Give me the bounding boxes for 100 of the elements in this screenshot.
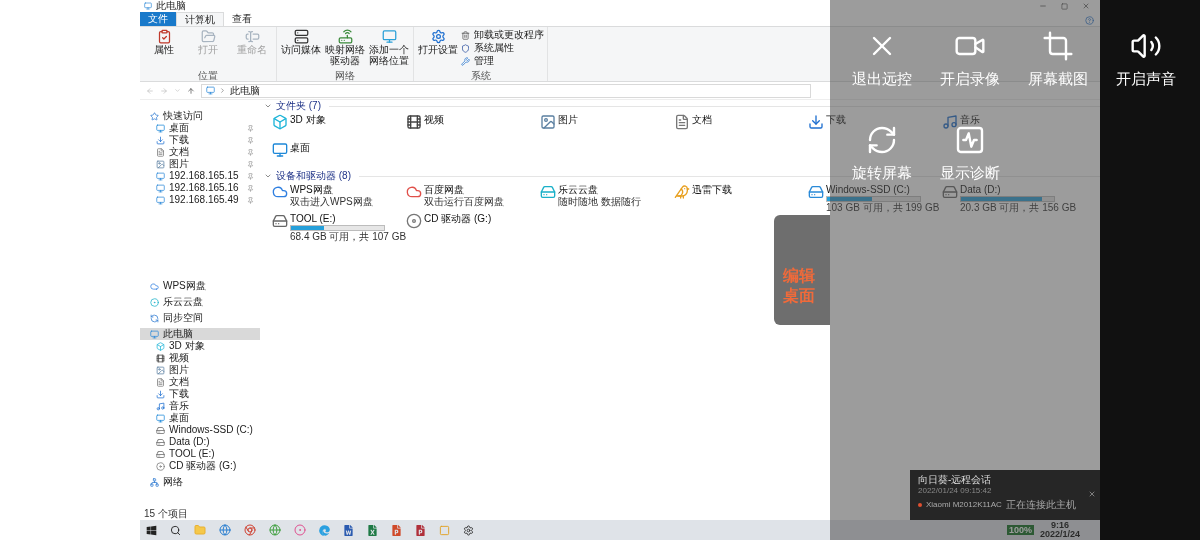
ribbon-button[interactable]: 打开设置 [417, 29, 459, 70]
ribbon-button[interactable]: 访问媒体 [280, 29, 322, 70]
powerpoint-icon[interactable] [391, 524, 402, 536]
item-name[interactable]: 视频 [424, 114, 444, 126]
item-count: 15 个项目 [144, 508, 188, 520]
item-name[interactable]: 文档 [692, 114, 712, 126]
excel-icon[interactable] [367, 524, 378, 536]
sidebar-item[interactable]: 下载 [140, 134, 260, 146]
sidebar-item[interactable]: 音乐 [140, 400, 260, 412]
download-icon [156, 135, 165, 145]
sidebar-item[interactable]: TOOL (E:) [140, 448, 260, 460]
shield-icon [461, 43, 470, 53]
ribbon-button[interactable]: 映射网络驱动器 [324, 29, 366, 70]
pin-icon[interactable] [247, 160, 254, 168]
pin-icon[interactable] [247, 184, 254, 192]
browser-icon[interactable] [269, 524, 281, 536]
maximize-icon[interactable] [1061, 2, 1068, 10]
help-icon[interactable] [1085, 16, 1094, 25]
word-icon[interactable] [343, 524, 354, 536]
start-icon[interactable] [146, 524, 157, 536]
ribbon-button[interactable]: 添加一个网络位置 [368, 29, 410, 70]
sidebar-item[interactable]: 图片 [140, 158, 260, 170]
collapse-icon[interactable] [264, 172, 272, 180]
remote-control-button[interactable]: 开启声音 [1102, 30, 1190, 88]
close-icon[interactable] [1088, 490, 1096, 498]
item-name[interactable]: Data (D:) [960, 184, 1001, 196]
window-icon[interactable] [439, 524, 450, 536]
pin-icon[interactable] [247, 136, 254, 144]
item-detail: 双击进入WPS网盘 [290, 196, 373, 207]
clock-time: 9:16 [1050, 521, 1069, 530]
item-detail: 20.3 GB 可用，共 156 GB [960, 202, 1077, 213]
item-name[interactable]: TOOL (E:) [290, 213, 336, 225]
settings-icon[interactable] [463, 524, 474, 536]
ribbon-small-button[interactable]: 卸载或更改程序 [461, 29, 544, 41]
item-name[interactable]: 迅雷下载 [692, 184, 732, 196]
item-name[interactable]: 3D 对象 [290, 114, 326, 126]
sidebar-item[interactable]: 3D 对象 [140, 340, 260, 352]
sidebar-item[interactable]: Windows-SSD (C:) [140, 424, 260, 436]
ribbon-tab[interactable]: 查看 [224, 12, 260, 26]
pin-icon[interactable] [247, 148, 254, 156]
item-detail: 双击运行百度网盘 [424, 196, 504, 207]
sidebar-item[interactable]: 同步空间 [140, 312, 260, 324]
back-icon[interactable] [146, 86, 154, 95]
address-field[interactable]: 此电脑 [201, 83, 811, 98]
item-name[interactable]: WPS网盘 [290, 184, 333, 196]
slides-icon[interactable] [415, 524, 426, 536]
connection-status: 正在连接此主机 [1005, 499, 1076, 511]
ribbon-small-button[interactable]: 系统属性 [461, 42, 544, 54]
sidebar-item[interactable]: 图片 [140, 364, 260, 376]
item-name[interactable]: 音乐 [960, 114, 980, 126]
rotate-icon [866, 124, 898, 156]
ribbon-tab[interactable]: 计算机 [176, 12, 224, 26]
pin-icon[interactable] [247, 124, 254, 132]
item-name[interactable]: CD 驱动器 (G:) [424, 213, 492, 225]
sidebar-item[interactable]: 下载 [140, 388, 260, 400]
manage-icon [461, 56, 470, 66]
browser-icon[interactable] [294, 524, 306, 536]
edge-icon[interactable] [319, 524, 330, 536]
forward-icon[interactable] [160, 86, 168, 95]
close-icon[interactable] [1082, 2, 1090, 10]
section-heading[interactable]: 设备和驱动器 (8) [276, 170, 351, 182]
search-icon[interactable] [170, 524, 181, 536]
sidebar-item[interactable]: CD 驱动器 (G:) [140, 460, 260, 472]
sidebar-item[interactable]: 乐云云盘 [140, 296, 260, 308]
sidebar-item[interactable]: WPS网盘 [140, 280, 260, 292]
music-icon [156, 401, 165, 411]
sidebar-item[interactable]: 网络 [140, 476, 260, 488]
minimize-icon[interactable] [1039, 2, 1047, 10]
recent-icon[interactable] [174, 87, 181, 94]
ribbon-small-button[interactable]: 管理 [461, 55, 544, 67]
sidebar-item[interactable]: 文档 [140, 376, 260, 388]
browser-icon[interactable] [219, 524, 231, 536]
up-icon[interactable] [187, 86, 195, 95]
item-name[interactable]: 图片 [558, 114, 578, 126]
sidebar-item[interactable]: 文档 [140, 146, 260, 158]
picture-icon [156, 365, 165, 375]
monitor-icon [156, 171, 165, 181]
sidebar-item[interactable]: 桌面 [140, 412, 260, 424]
ribbon-tab[interactable]: 文件 [140, 12, 176, 26]
pin-icon[interactable] [247, 196, 254, 204]
sidebar-item[interactable]: 桌面 [140, 122, 260, 134]
sidebar-item[interactable]: 快速访问 [140, 110, 260, 122]
sidebar-item[interactable]: 此电脑 [140, 328, 260, 340]
item-name[interactable]: 乐云云盘 [558, 184, 598, 196]
item-name[interactable]: 桌面 [290, 142, 310, 154]
clipboard-icon [156, 29, 172, 44]
folder-icon[interactable] [194, 524, 206, 536]
sidebar-item[interactable]: 192.168.165.49 [140, 194, 260, 206]
ribbon-button[interactable]: 属性 [143, 29, 185, 70]
music-icon [942, 114, 958, 130]
sidebar-item[interactable]: 192.168.165.15 [140, 170, 260, 182]
collapse-icon[interactable] [264, 102, 272, 110]
section-heading[interactable]: 文件夹 (7) [276, 100, 321, 112]
sidebar-item[interactable]: 视频 [140, 352, 260, 364]
item-detail: 随时随地 数据随行 [558, 196, 641, 207]
pin-icon[interactable] [247, 172, 254, 180]
item-name[interactable]: 百度网盘 [424, 184, 464, 196]
chrome-icon[interactable] [244, 524, 256, 536]
sidebar-item[interactable]: 192.168.165.16 [140, 182, 260, 194]
sidebar-item[interactable]: Data (D:) [140, 436, 260, 448]
